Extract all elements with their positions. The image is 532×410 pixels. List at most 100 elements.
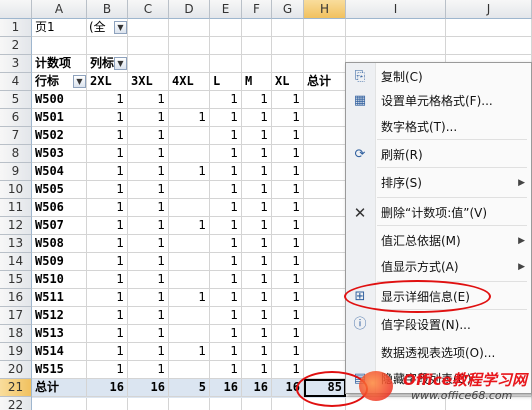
count-cell[interactable]: 1 (87, 307, 128, 325)
count-cell[interactable]: 1 (272, 217, 304, 235)
grid-cell[interactable] (210, 55, 242, 73)
count-cell[interactable]: 1 (272, 181, 304, 199)
grid-cell[interactable] (128, 37, 169, 55)
count-cell[interactable]: 1 (128, 271, 169, 289)
grid-cell[interactable] (272, 397, 304, 410)
grid-cell[interactable] (346, 19, 446, 37)
row-item-name[interactable]: W500 (32, 91, 87, 109)
grid-cell[interactable] (304, 181, 346, 199)
row-header-17[interactable]: 17 (0, 307, 32, 325)
grid-cell[interactable] (304, 325, 346, 343)
count-cell[interactable]: 1 (87, 325, 128, 343)
count-cell[interactable] (169, 271, 210, 289)
count-cell[interactable]: 1 (242, 127, 272, 145)
count-cell[interactable]: 1 (210, 253, 242, 271)
row-header-3[interactable]: 3 (0, 55, 32, 73)
count-cell[interactable] (169, 199, 210, 217)
column-header-i[interactable]: I (346, 0, 446, 19)
row-item-name[interactable]: W501 (32, 109, 87, 127)
count-cell[interactable]: 1 (210, 271, 242, 289)
grid-cell[interactable] (304, 289, 346, 307)
menu-item-6[interactable]: ✕ 删除“计数项:值”(V) (346, 201, 531, 225)
row-item-name[interactable]: W510 (32, 271, 87, 289)
row-header-15[interactable]: 15 (0, 271, 32, 289)
count-cell[interactable]: 1 (128, 163, 169, 181)
count-cell[interactable]: 1 (242, 91, 272, 109)
count-cell[interactable]: 1 (242, 343, 272, 361)
row-item-name[interactable]: W503 (32, 145, 87, 163)
grid-cell[interactable] (128, 19, 169, 37)
size-column-header[interactable]: 总计 (304, 73, 346, 91)
count-cell[interactable]: 1 (272, 325, 304, 343)
count-cell[interactable]: 1 (242, 307, 272, 325)
column-header-j[interactable]: J (446, 0, 532, 19)
menu-item-1[interactable]: ⎘ 复制(C) (346, 65, 531, 89)
count-cell[interactable]: 1 (169, 163, 210, 181)
count-cell[interactable]: 1 (242, 217, 272, 235)
count-cell[interactable]: 1 (242, 271, 272, 289)
grid-cell[interactable] (169, 19, 210, 37)
select-all-corner[interactable] (0, 0, 32, 19)
count-cell[interactable]: 1 (210, 325, 242, 343)
column-header-g[interactable]: G (272, 0, 304, 19)
count-cell[interactable]: 1 (169, 109, 210, 127)
count-cell[interactable]: 1 (210, 199, 242, 217)
grid-cell[interactable] (304, 217, 346, 235)
row-header-2[interactable]: 2 (0, 37, 32, 55)
grid-cell[interactable] (210, 19, 242, 37)
count-cell[interactable]: 1 (128, 145, 169, 163)
count-cell[interactable]: 1 (210, 181, 242, 199)
count-cell[interactable] (169, 361, 210, 379)
count-cell[interactable] (169, 181, 210, 199)
row-item-name[interactable]: W511 (32, 289, 87, 307)
total-cell[interactable]: 5 (169, 379, 210, 397)
grid-cell[interactable] (128, 397, 169, 410)
grid-cell[interactable] (272, 19, 304, 37)
grid-cell[interactable] (304, 307, 346, 325)
row-header-13[interactable]: 13 (0, 235, 32, 253)
grid-cell[interactable] (304, 19, 346, 37)
count-cell[interactable]: 1 (128, 307, 169, 325)
row-header-18[interactable]: 18 (0, 325, 32, 343)
count-cell[interactable]: 1 (128, 343, 169, 361)
count-cell[interactable]: 1 (272, 109, 304, 127)
column-header-a[interactable]: A (32, 0, 87, 19)
count-cell[interactable]: 1 (128, 325, 169, 343)
count-cell[interactable] (169, 91, 210, 109)
row-header-16[interactable]: 16 (0, 289, 32, 307)
total-cell[interactable]: 16 (87, 379, 128, 397)
count-cell[interactable]: 1 (242, 361, 272, 379)
size-column-header[interactable]: 2XL (87, 73, 128, 91)
count-cell[interactable]: 1 (87, 163, 128, 181)
count-cell[interactable]: 1 (242, 325, 272, 343)
grid-cell[interactable] (304, 235, 346, 253)
column-header-h[interactable]: H (304, 0, 346, 19)
count-cell[interactable]: 1 (169, 343, 210, 361)
row-item-name[interactable]: W512 (32, 307, 87, 325)
count-cell[interactable]: 1 (272, 289, 304, 307)
grid-cell[interactable] (272, 55, 304, 73)
count-cell[interactable]: 1 (128, 91, 169, 109)
count-cell[interactable]: 1 (210, 127, 242, 145)
column-labels-dropdown-button[interactable]: ▼ (114, 57, 127, 70)
count-cell[interactable]: 1 (87, 343, 128, 361)
grid-cell[interactable] (242, 37, 272, 55)
count-cell[interactable]: 1 (272, 271, 304, 289)
count-cell[interactable]: 1 (87, 253, 128, 271)
row-header-5[interactable]: 5 (0, 91, 32, 109)
size-column-header[interactable]: XL (272, 73, 304, 91)
grid-cell[interactable] (304, 37, 346, 55)
grid-cell[interactable] (304, 127, 346, 145)
row-item-name[interactable]: W505 (32, 181, 87, 199)
grid-cell[interactable] (304, 271, 346, 289)
grid-cell[interactable] (169, 37, 210, 55)
count-cell[interactable]: 1 (272, 235, 304, 253)
column-header-b[interactable]: B (87, 0, 128, 19)
count-cell[interactable]: 1 (169, 217, 210, 235)
count-cell[interactable]: 1 (272, 163, 304, 181)
row-header-7[interactable]: 7 (0, 127, 32, 145)
count-cell[interactable]: 1 (210, 343, 242, 361)
row-header-1[interactable]: 1 (0, 19, 32, 37)
grid-cell[interactable] (446, 37, 532, 55)
grid-cell[interactable] (169, 397, 210, 410)
